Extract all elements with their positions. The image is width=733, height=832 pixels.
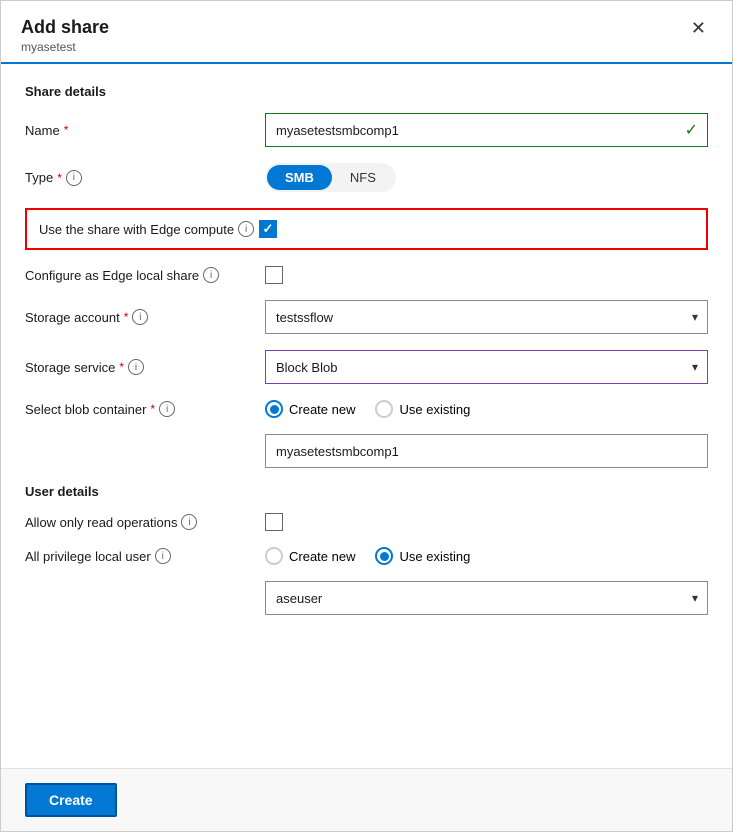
blob-create-new-radio[interactable] [265, 400, 283, 418]
user-details-section-title: User details [25, 484, 708, 499]
read-only-row: Allow only read operations i [25, 513, 708, 531]
read-only-label: Allow only read operations i [25, 514, 265, 530]
blob-container-required: * [150, 402, 155, 416]
read-only-info-icon: i [181, 514, 197, 530]
storage-service-required: * [119, 360, 124, 374]
blob-container-row: Select blob container * i Create new Use… [25, 400, 708, 418]
name-input-wrapper: ✓ [265, 113, 708, 147]
user-use-existing-radio[interactable] [375, 547, 393, 565]
user-use-existing-radio-inner [380, 552, 389, 561]
edge-local-info-icon: i [203, 267, 219, 283]
blob-container-name-input[interactable] [265, 434, 708, 468]
storage-account-select-wrapper: testssflow ▾ [265, 300, 708, 334]
local-user-label: All privilege local user i [25, 548, 265, 564]
user-create-new-label: Create new [289, 549, 355, 564]
blob-container-label: Select blob container * i [25, 401, 265, 417]
user-create-new-option[interactable]: Create new [265, 547, 355, 565]
create-button[interactable]: Create [25, 783, 117, 817]
storage-account-row: Storage account * i testssflow ▾ [25, 300, 708, 334]
blob-create-new-option[interactable]: Create new [265, 400, 355, 418]
name-valid-icon: ✓ [685, 120, 698, 140]
type-label: Type * i [25, 170, 265, 186]
dialog-footer: Create [1, 768, 732, 831]
user-create-new-radio[interactable] [265, 547, 283, 565]
blob-container-name-row [25, 434, 708, 468]
name-required: * [64, 123, 69, 137]
storage-account-info-icon: i [132, 309, 148, 325]
local-user-radio-group: Create new Use existing [265, 547, 708, 565]
nfs-toggle-button[interactable]: NFS [332, 165, 394, 190]
dialog-body: Share details Name * ✓ Type * i [1, 64, 732, 768]
name-label: Name * [25, 123, 265, 138]
edge-local-row: Configure as Edge local share i [25, 266, 708, 284]
local-user-select[interactable]: aseuser [265, 581, 708, 615]
storage-service-select-wrapper: Block Blob ▾ [265, 350, 708, 384]
storage-service-select[interactable]: Block Blob [265, 350, 708, 384]
edge-compute-row: Use the share with Edge compute i ✓ [25, 208, 708, 250]
blob-use-existing-label: Use existing [399, 402, 470, 417]
share-details-section-title: Share details [25, 84, 708, 99]
close-button[interactable]: ✕ [685, 17, 712, 39]
dialog-title: Add share [21, 17, 109, 38]
name-input[interactable] [265, 113, 708, 147]
storage-account-required: * [124, 310, 129, 324]
local-user-select-row: aseuser ▾ [25, 581, 708, 615]
blob-use-existing-radio[interactable] [375, 400, 393, 418]
dialog-subtitle: myasetest [21, 40, 109, 54]
user-use-existing-option[interactable]: Use existing [375, 547, 470, 565]
blob-container-info-icon: i [159, 401, 175, 417]
storage-service-row: Storage service * i Block Blob ▾ [25, 350, 708, 384]
storage-service-label: Storage service * i [25, 359, 265, 375]
edge-compute-checkbox[interactable]: ✓ [259, 220, 277, 238]
type-required: * [57, 171, 62, 185]
storage-account-select[interactable]: testssflow [265, 300, 708, 334]
read-only-checkbox[interactable] [265, 513, 283, 531]
user-use-existing-label: Use existing [399, 549, 470, 564]
smb-toggle-button[interactable]: SMB [267, 165, 332, 190]
dialog-header: Add share myasetest ✕ [1, 1, 732, 64]
type-info-icon: i [66, 170, 82, 186]
blob-create-new-radio-inner [270, 405, 279, 414]
blob-create-new-label: Create new [289, 402, 355, 417]
blob-use-existing-option[interactable]: Use existing [375, 400, 470, 418]
storage-account-label: Storage account * i [25, 309, 265, 325]
blob-container-radio-group: Create new Use existing [265, 400, 708, 418]
edge-local-checkbox[interactable] [265, 266, 283, 284]
edge-local-label: Configure as Edge local share i [25, 267, 265, 283]
storage-service-info-icon: i [128, 359, 144, 375]
local-user-info-icon: i [155, 548, 171, 564]
edge-compute-label: Use the share with Edge compute i [39, 221, 259, 237]
add-share-dialog: Add share myasetest ✕ Share details Name… [0, 0, 733, 832]
type-row: Type * i SMB NFS [25, 163, 708, 192]
edge-compute-checkmark: ✓ [263, 221, 274, 237]
type-toggle-group: SMB NFS [265, 163, 708, 192]
edge-compute-info-icon: i [238, 221, 254, 237]
dialog-title-block: Add share myasetest [21, 17, 109, 54]
name-row: Name * ✓ [25, 113, 708, 147]
local-user-row: All privilege local user i Create new Us… [25, 547, 708, 565]
local-user-select-wrapper: aseuser ▾ [265, 581, 708, 615]
